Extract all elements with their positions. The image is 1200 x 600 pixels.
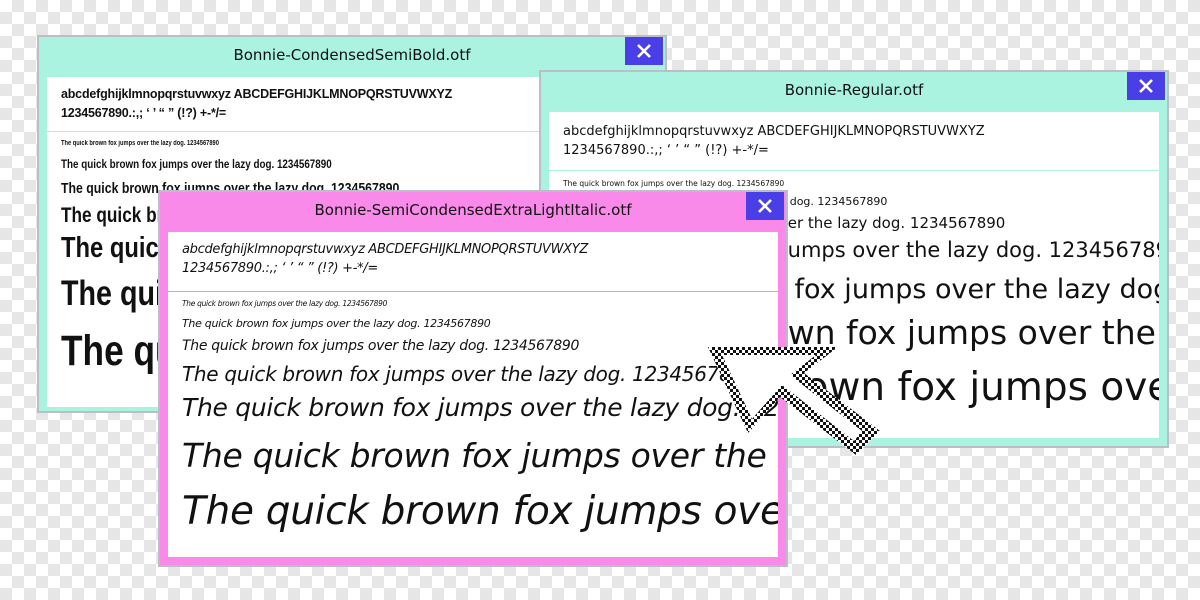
sample-text: The quick brown fox jumps over the lazy … [182, 299, 388, 308]
character-set: abcdefghijklmnopqrstuvwxyz ABCDEFGHIJKLM… [168, 232, 778, 278]
window-title: Bonnie-CondensedSemiBold.otf [233, 46, 471, 64]
character-set: abcdefghijklmnopqrstuvwxyz ABCDEFGHIJKLM… [549, 112, 1159, 160]
sample-text: The quick brown fox jumps over the lazy … [61, 157, 332, 171]
sample-text: The quick brown fox jumps over the lazy … [182, 362, 757, 386]
charset-symbols: 1234567890.:,; ‘ ’ “ ” (!?) +-*/= [563, 143, 769, 158]
sample-text: The quick brown fox jumps over the lazy … [563, 179, 785, 188]
window-title: Bonnie-SemiCondensedExtraLightItalic.otf [314, 201, 632, 219]
close-icon [1139, 79, 1153, 93]
pixel-arrow-cursor-icon [708, 347, 880, 455]
title-bar[interactable]: Bonnie-SemiCondensedExtraLightItalic.otf [168, 192, 784, 232]
charset-symbols: 1234567890.:,; ‘ ’ “ ” (!?) +-*/= [182, 261, 378, 276]
sample-text: The quick brown fox jumps over the lazy … [182, 338, 580, 354]
close-icon [758, 199, 772, 213]
charset-letters: abcdefghijklmnopqrstuvwxyz ABCDEFGHIJKLM… [563, 124, 985, 139]
close-icon [637, 44, 651, 58]
window-title: Bonnie-Regular.otf [784, 81, 924, 99]
close-button[interactable] [746, 192, 784, 220]
sample-text: The quick brown fox jumps over the lazy … [61, 140, 219, 147]
font-preview-window-semicondensed-extralight-italic[interactable]: Bonnie-SemiCondensedExtraLightItalic.otf… [158, 190, 788, 567]
charset-letters: abcdefghijklmnopqrstuvwxyz ABCDEFGHIJKLM… [182, 242, 588, 257]
sample-text: The quick brown fox jumps over the lazy … [182, 436, 778, 475]
sample-text: The quick brown fox jumps over the lazy … [182, 317, 491, 330]
title-bar[interactable]: Bonnie-Regular.otf [549, 72, 1165, 112]
sample-text: The quick brown fox jumps over the lazy … [182, 393, 778, 422]
divider [168, 291, 778, 292]
sample-text: The quick brown fox jumps over the lazy … [182, 489, 778, 534]
preview-panel: abcdefghijklmnopqrstuvwxyz ABCDEFGHIJKLM… [168, 232, 778, 557]
close-button[interactable] [1127, 72, 1165, 100]
divider [549, 170, 1159, 171]
close-button[interactable] [625, 37, 663, 65]
